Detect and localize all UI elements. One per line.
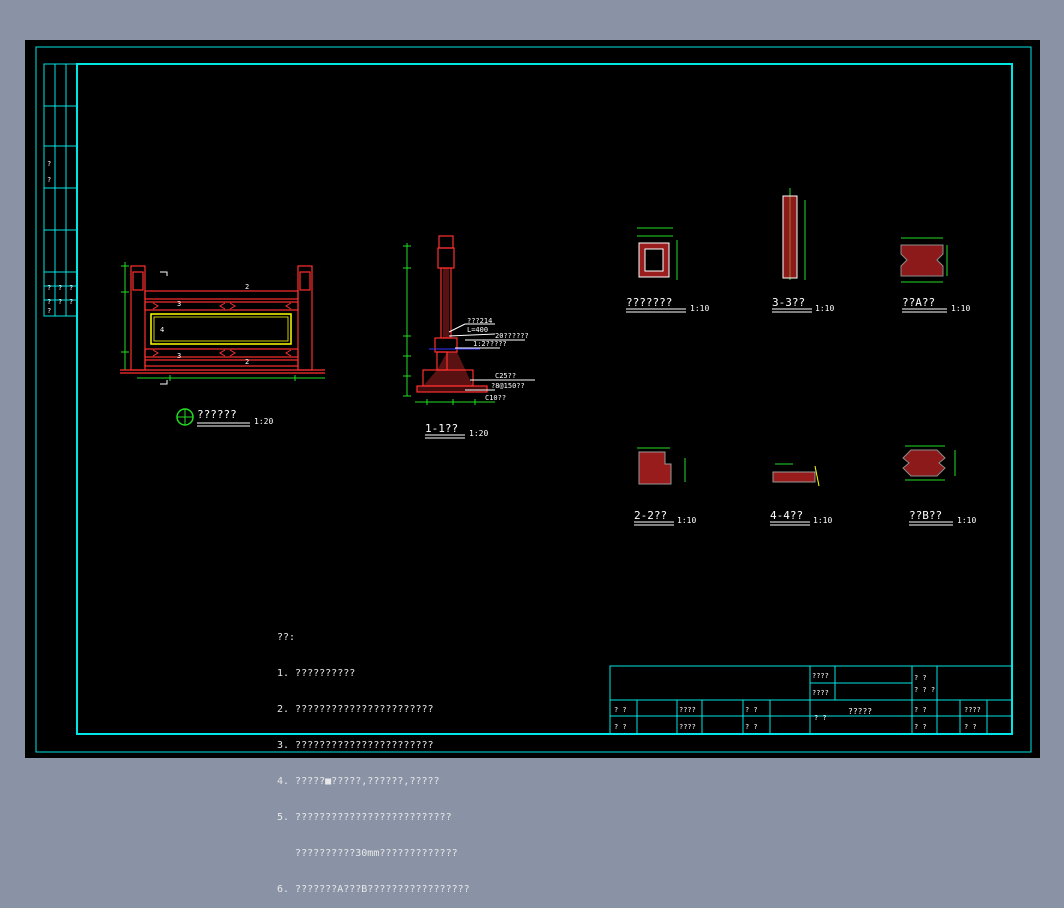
view-title: ??A?? <box>902 296 935 309</box>
annotation: ???214 <box>467 317 492 325</box>
section-1-1: ???214 L=400 20?????? 1:2????? C25?? ?8@… <box>403 235 535 439</box>
revision-strip-cell: ? <box>47 298 51 306</box>
detail-a: ??A?? 1:10 <box>900 237 970 313</box>
revision-strip-cell: ? <box>58 298 62 306</box>
revision-strip-cell: ? <box>47 160 51 168</box>
view-title: ??B?? <box>909 509 942 522</box>
section-mark: 2 <box>245 283 249 291</box>
view-scale: 1:10 <box>815 304 834 313</box>
section-mark: 3 <box>177 300 181 308</box>
general-notes: ??: 1. ?????????? 2. ???????????????????… <box>277 608 470 908</box>
revision-strip-cell: ? <box>69 298 73 306</box>
view-title: 2-2?? <box>634 509 667 522</box>
title-block-cell: ???? <box>812 672 829 680</box>
note-line: 3. ??????????????????????? <box>277 740 434 751</box>
notes-heading: ??: <box>277 632 296 643</box>
view-scale: 1:10 <box>957 516 976 525</box>
title-block-cell: ???? <box>964 706 981 714</box>
title-block-cell: ? ? <box>614 723 627 731</box>
title-block-cell: ? ? <box>614 706 627 714</box>
title-block <box>609 665 1013 735</box>
view-title: ??????? <box>626 296 672 309</box>
note-line: 5. ?????????????????????????? <box>277 812 452 823</box>
view-scale: 1:20 <box>469 429 488 438</box>
section-mark: 2 <box>245 358 249 366</box>
title-block-cell: ? ? <box>914 706 927 714</box>
note-line: ??????????30mm????????????? <box>277 848 458 859</box>
drawing-sheet: ? ? ? ? ? ? ? ? ? 2 2 3 3 4 ?????? 1:20 … <box>25 40 1040 895</box>
revision-strip <box>43 63 78 317</box>
cad-drawing: ? ? ? ? ? ? ? ? ? 2 2 3 3 4 ?????? 1:20 … <box>35 46 1032 753</box>
annotation: 1:2????? <box>473 340 507 348</box>
railing-section-detail: ??????? 1:10 <box>626 227 709 313</box>
title-block-cell: ? ? ? <box>914 686 935 694</box>
note-line: 4. ?????■?????,??????,????? <box>277 776 440 787</box>
annotation: L=400 <box>467 326 488 334</box>
note-line: 2. ??????????????????????? <box>277 704 434 715</box>
annotation: ?8@150?? <box>491 382 525 390</box>
note-line: 1. ?????????? <box>277 668 356 679</box>
annotation: C25?? <box>495 372 516 380</box>
title-block-cell: ???? <box>812 689 829 697</box>
annotation: C10?? <box>485 394 506 402</box>
inner-border <box>76 63 1013 735</box>
annotation: 20?????? <box>495 332 529 340</box>
view-scale: 1:20 <box>254 417 273 426</box>
view-title: 1-1?? <box>425 422 458 435</box>
revision-strip-cell: ? <box>47 307 51 315</box>
view-title: 4-4?? <box>770 509 803 522</box>
note-line: 6. ???????A???B????????????????? <box>277 884 470 895</box>
view-scale: 1:10 <box>813 516 832 525</box>
title-block-cell: ? ? <box>814 714 827 722</box>
drawing-name: ????? <box>848 707 872 716</box>
title-block-cell: ? ? <box>914 674 927 682</box>
view-scale: 1:10 <box>690 304 709 313</box>
title-block-cell: ? ? <box>745 723 758 731</box>
title-block-cell: ? ? <box>745 706 758 714</box>
outer-border <box>35 46 1032 753</box>
revision-strip-cell: ? <box>69 284 73 292</box>
section-mark: 3 <box>177 352 181 360</box>
revision-strip-cell: ? <box>47 176 51 184</box>
revision-strip-cell: ? <box>58 284 62 292</box>
section-3-3: 3-3?? 1:10 <box>772 188 834 313</box>
section-2-2: 2-2?? 1:10 <box>634 447 696 526</box>
view-scale: 1:10 <box>951 304 970 313</box>
view-title: 3-3?? <box>772 296 805 309</box>
title-block-cell: ???? <box>679 706 696 714</box>
title-block-cell: ? ? <box>914 723 927 731</box>
elevation-view: 2 2 3 3 4 ?????? 1:20 <box>120 262 325 427</box>
title-block-cell: ???? <box>679 723 696 731</box>
section-4-4: 4-4?? 1:10 <box>770 463 832 526</box>
view-title: ?????? <box>197 408 237 421</box>
revision-strip-cell: ? <box>47 284 51 292</box>
detail-b: ??B?? 1:10 <box>902 445 976 526</box>
section-mark: 4 <box>160 326 164 334</box>
title-block-cell: ? ? <box>964 723 977 731</box>
view-scale: 1:10 <box>677 516 696 525</box>
